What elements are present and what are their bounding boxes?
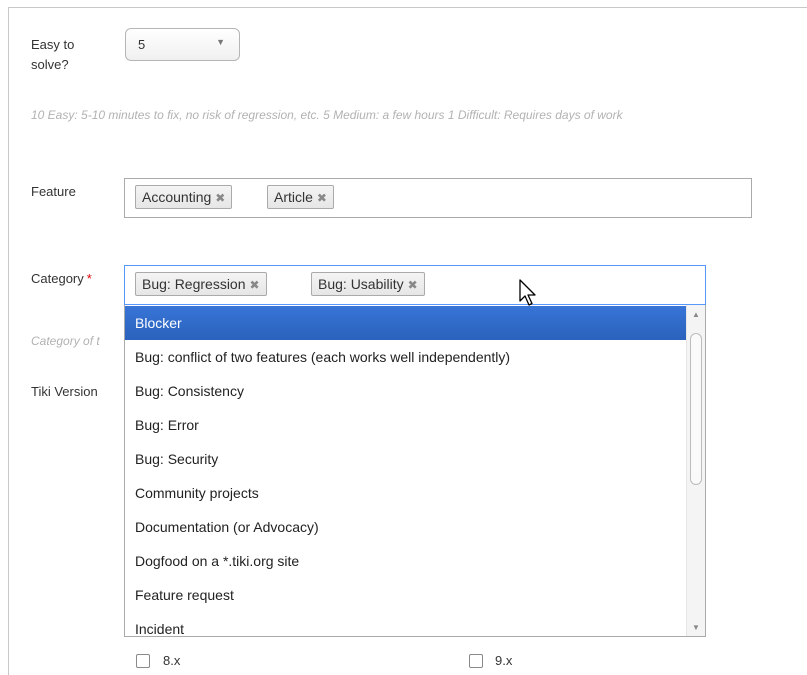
form-top-border (8, 7, 807, 8)
scrollbar-thumb[interactable] (690, 333, 702, 485)
feature-tag-article: Article ✖ (267, 185, 334, 209)
easy-to-solve-label: Easy to solve? (31, 37, 75, 72)
dropdown-option-blocker[interactable]: Blocker (125, 306, 686, 340)
remove-tag-icon[interactable]: ✖ (250, 278, 260, 292)
mouse-pointer-icon (519, 279, 536, 306)
dropdown-option[interactable]: Bug: conflict of two features (each work… (125, 340, 686, 374)
easy-to-solve-help: 10 Easy: 5-10 minutes to fix, no risk of… (31, 108, 623, 122)
feature-tag-label: Accounting (142, 189, 212, 205)
version-checkbox-label: 8.x (163, 653, 181, 668)
category-multiselect[interactable]: Bug: Regression ✖ Bug: Usability ✖ (124, 265, 706, 305)
category-dropdown[interactable]: Blocker Bug: conflict of two features (e… (124, 305, 706, 637)
version-checkbox-9x[interactable] (469, 654, 483, 668)
feature-tag-accounting: Accounting ✖ (135, 185, 233, 209)
scroll-down-arrow-icon[interactable]: ▼ (692, 623, 700, 632)
category-tag-bug-usability: Bug: Usability ✖ (311, 272, 425, 296)
category-tag-label: Bug: Usability (318, 276, 404, 292)
easy-to-solve-select[interactable]: 5 ▼ (125, 28, 240, 61)
dropdown-option[interactable]: Community projects (125, 476, 686, 510)
chevron-down-icon: ▼ (216, 37, 225, 47)
category-tag-bug-regression: Bug: Regression ✖ (135, 272, 267, 296)
remove-tag-icon[interactable]: ✖ (408, 278, 418, 292)
dropdown-option[interactable]: Feature request (125, 578, 686, 612)
dropdown-scrollbar[interactable]: ▲ ▼ (686, 305, 705, 636)
category-help: Category of t (31, 334, 100, 348)
dropdown-option[interactable]: Incident (125, 612, 686, 636)
dropdown-option[interactable]: Bug: Error (125, 408, 686, 442)
dropdown-option[interactable]: Bug: Consistency (125, 374, 686, 408)
category-label: Category * (31, 269, 92, 289)
easy-to-solve-value: 5 (138, 37, 146, 52)
dropdown-option[interactable]: Documentation (or Advocacy) (125, 510, 686, 544)
dropdown-option[interactable]: Dogfood on a *.tiki.org site (125, 544, 686, 578)
remove-tag-icon[interactable]: ✖ (317, 191, 327, 205)
feature-tag-label: Article (274, 189, 313, 205)
version-checkbox-8x[interactable] (136, 654, 150, 668)
scroll-up-arrow-icon[interactable]: ▲ (692, 310, 700, 319)
category-tag-label: Bug: Regression (142, 276, 246, 292)
tiki-version-label: Tiki Version (31, 384, 98, 399)
category-label-text: Category (31, 271, 84, 286)
dropdown-option[interactable]: Bug: Security (125, 442, 686, 476)
required-marker: * (86, 271, 92, 286)
form-left-border (8, 7, 9, 675)
feature-multiselect[interactable]: Accounting ✖ Article ✖ (124, 178, 752, 218)
version-checkbox-label: 9.x (495, 653, 513, 668)
remove-tag-icon[interactable]: ✖ (215, 191, 225, 205)
feature-label: Feature (31, 184, 76, 199)
